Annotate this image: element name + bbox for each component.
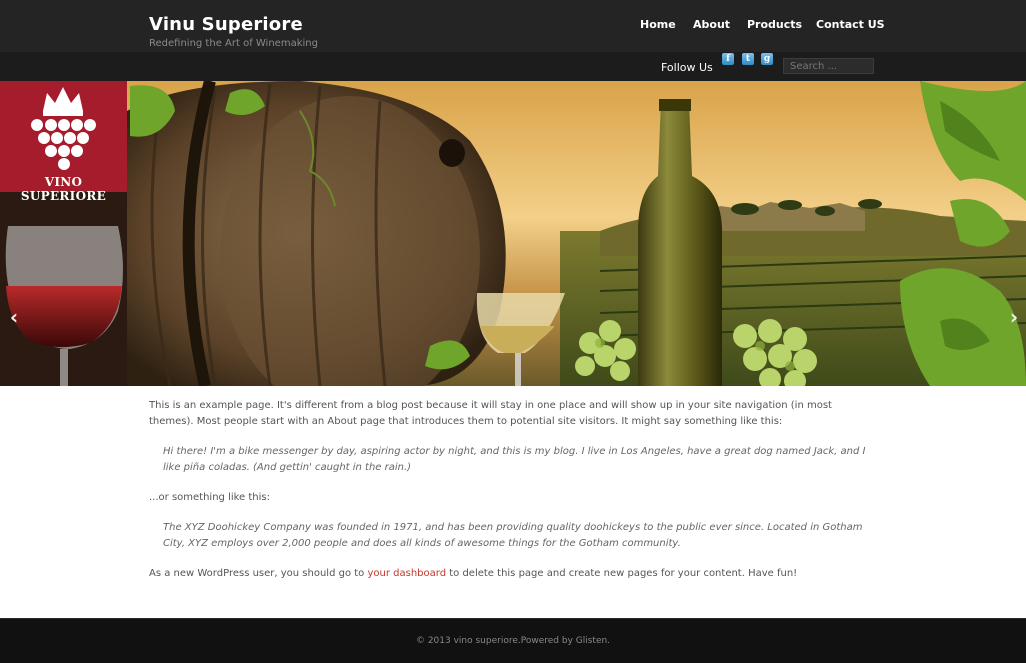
middle-paragraph: ...or something like this:: [149, 492, 271, 503]
outro-text-before: As a new WordPress user, you should go t…: [149, 568, 368, 579]
brand-logo-text: VINO SUPERIORE: [20, 175, 107, 203]
nav-contact[interactable]: Contact US: [816, 18, 885, 31]
dashboard-link[interactable]: your dashboard: [367, 568, 446, 579]
main-nav: Home About Products Contact US: [0, 18, 1026, 34]
example-quote-2: The XYZ Doohickey Company was founded in…: [163, 522, 863, 549]
nav-home[interactable]: Home: [640, 18, 676, 31]
social-bar: Follow Us f t g: [0, 52, 1026, 81]
intro-paragraph: This is an example page. It's different …: [149, 400, 832, 427]
outro-paragraph: As a new WordPress user, you should go t…: [149, 566, 875, 582]
site-tagline: Redefining the Art of Winemaking: [149, 38, 318, 49]
slider-prev-button[interactable]: ‹: [6, 306, 22, 328]
grape-crown-logo: [31, 87, 96, 170]
follow-us-label: Follow Us: [661, 61, 713, 74]
example-quote-1: Hi there! I'm a bike messenger by day, a…: [163, 446, 866, 473]
outro-text-after: to delete this page and create new pages…: [446, 568, 798, 579]
nav-products[interactable]: Products: [747, 18, 802, 31]
brand-logo-panel: VINO SUPERIORE: [0, 81, 127, 203]
footer-copyright: © 2013 vino superiore.Powered by Glisten…: [415, 636, 611, 646]
hero-slider: ‹ ›: [0, 81, 1026, 386]
site-footer: © 2013 vino superiore.Powered by Glisten…: [0, 618, 1026, 663]
google-icon[interactable]: g: [761, 53, 773, 65]
hero-image: [0, 81, 1026, 386]
facebook-icon[interactable]: f: [722, 53, 734, 65]
search-input[interactable]: [783, 58, 874, 74]
twitter-icon[interactable]: t: [742, 53, 754, 65]
slider-next-button[interactable]: ›: [1006, 306, 1022, 328]
site-header: Vinu Superiore Redefining the Art of Win…: [0, 0, 1026, 52]
page-content: This is an example page. It's different …: [149, 398, 875, 596]
nav-about[interactable]: About: [693, 18, 730, 31]
